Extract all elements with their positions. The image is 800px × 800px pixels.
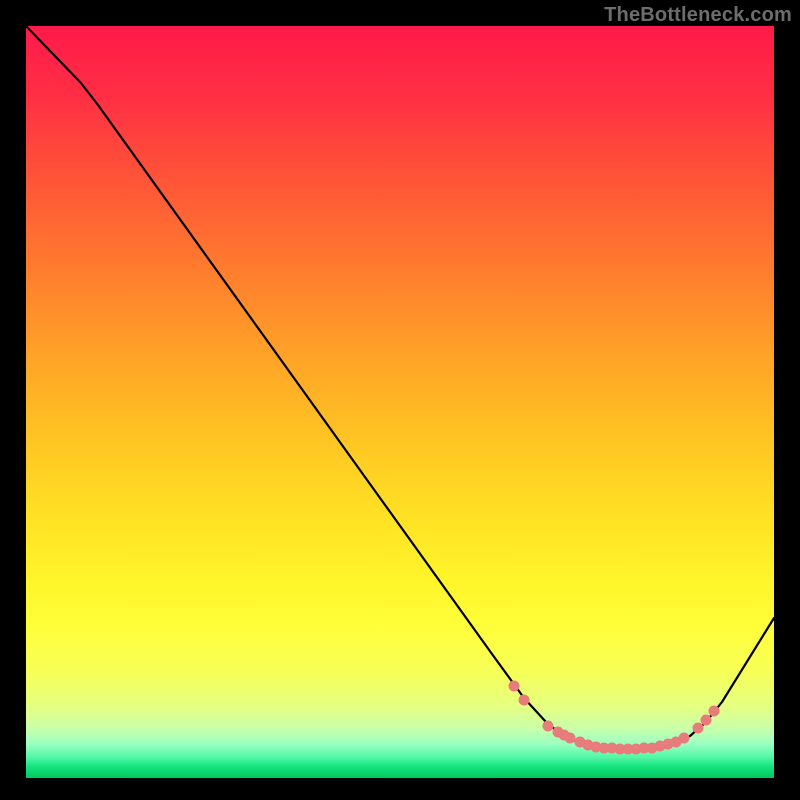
marker-dot — [693, 723, 704, 734]
marker-dot — [565, 733, 576, 744]
plot-background — [26, 26, 774, 778]
marker-dot — [701, 715, 712, 726]
marker-dot — [679, 733, 690, 744]
bottleneck-chart — [0, 0, 800, 800]
marker-dot — [709, 706, 720, 717]
marker-dot — [509, 681, 520, 692]
chart-frame: { "watermark": "TheBottleneck.com", "plo… — [0, 0, 800, 800]
marker-dot — [543, 721, 554, 732]
marker-dot — [519, 695, 530, 706]
watermark-text: TheBottleneck.com — [604, 4, 792, 27]
